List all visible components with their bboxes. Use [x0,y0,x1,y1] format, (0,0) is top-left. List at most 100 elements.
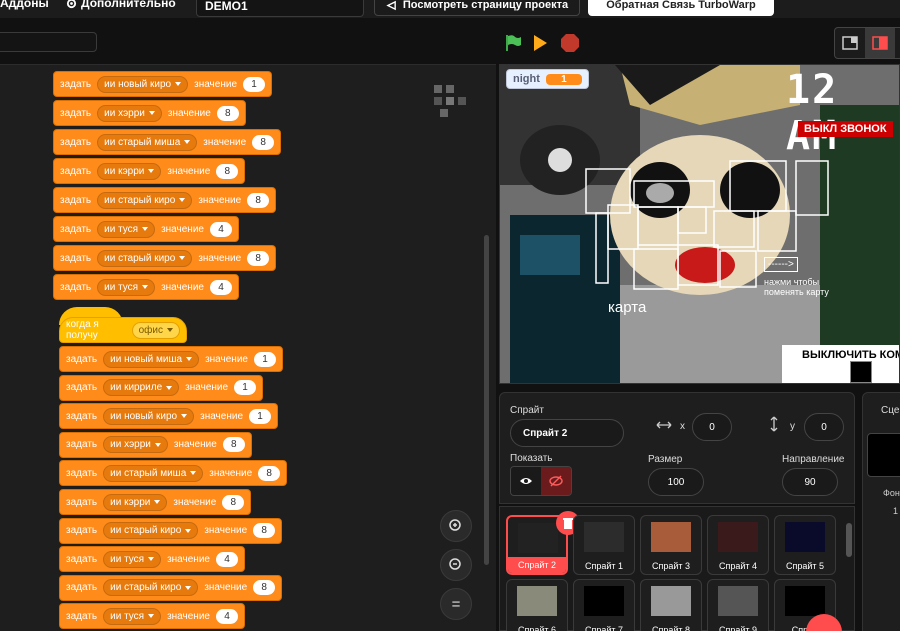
menu-advanced[interactable]: Дополнительно [66,0,176,10]
value-input[interactable]: 1 [253,351,276,367]
set-variable-block[interactable]: задать ии туся значение 4 [59,546,245,573]
stage-thumbnail[interactable] [867,433,900,477]
set-variable-block[interactable]: задать ии новый миша значение 1 [59,346,283,372]
project-title-input[interactable]: DEMO1 [196,0,364,17]
set-variable-block[interactable]: задать ии старый киро значение 8 [53,245,277,271]
set-variable-block[interactable]: задать ии кирриле значение 1 [59,374,264,401]
set-variable-block[interactable]: задать ии старый миша значение 8 [59,460,288,487]
value-input[interactable]: 4 [215,551,238,567]
sprite-tile[interactable]: Спрайт 7 [573,579,635,631]
stage-target-panel[interactable]: Сцен Фон 1 [862,392,900,631]
variable-dropdown[interactable]: ии хэрри [97,104,162,122]
value-input[interactable]: 4 [209,279,232,295]
sprite-tile[interactable]: Спрайт 9 [707,579,769,631]
value-input[interactable]: 8 [216,105,239,121]
zoom-in-button[interactable] [440,510,472,542]
direction-input[interactable]: 90 [782,468,838,496]
sprite-tile[interactable]: Спрайт 6 [506,579,568,631]
variable-dropdown[interactable]: ии старый миша [97,133,198,151]
variable-dropdown[interactable]: ии старый киро [97,249,193,267]
sprite-list-scrollbar[interactable] [846,523,852,557]
large-stage-button[interactable] [865,28,895,58]
stop-icon[interactable] [560,33,580,53]
value-input[interactable]: 8 [258,465,281,481]
set-variable-block[interactable]: задать ии туся значение 4 [59,603,245,630]
value-input[interactable]: 8 [253,580,276,596]
variable-dropdown[interactable]: ии кэрри [97,162,162,180]
variable-dropdown[interactable]: ии кирриле [103,379,180,397]
variable-dropdown[interactable]: ии новый миша [103,350,200,368]
set-variable-block[interactable]: задать ии кэрри значение 8 [59,489,252,515]
call-off-button[interactable]: ВЫКЛ ЗВОНОК [798,121,893,137]
arrow-hint[interactable]: ------> [764,257,798,272]
green-flag-icon[interactable] [503,33,523,53]
value-input[interactable]: 1 [234,380,257,396]
when-i-receive-block[interactable]: когда я получу офис [59,317,187,343]
variable-dropdown[interactable]: ии кэрри [103,493,168,511]
variable-dropdown[interactable]: ии старый киро [103,522,199,540]
set-variable-block[interactable]: задать ии старый киро значение 8 [59,517,283,544]
set-variable-block[interactable]: задать ии новый киро значение 1 [59,403,278,430]
set-variable-block[interactable]: задать ии хэрри значение 8 [59,431,252,458]
small-stage-button[interactable] [835,28,865,58]
search-input[interactable] [0,32,97,52]
sprite-tile[interactable]: Спрайт 1 [573,515,635,575]
turbo-play-icon[interactable] [530,33,550,53]
value-input[interactable]: 8 [216,163,239,179]
value-input[interactable]: 8 [247,192,270,208]
eye-icon [520,478,532,484]
value-input[interactable]: 8 [253,523,276,539]
variable-dropdown[interactable]: ии старый киро [103,579,199,597]
value-input[interactable]: 8 [222,494,245,510]
set-variable-block[interactable]: задать ии туся значение 4 [53,274,239,300]
message-dropdown[interactable]: офис [131,321,180,339]
value-input[interactable]: 1 [249,408,271,424]
sprite-tile[interactable]: Спрайт 3 [640,515,702,575]
night-monitor[interactable]: night 1 [506,69,589,89]
size-input[interactable]: 100 [648,468,704,496]
value-input[interactable]: 8 [252,134,275,150]
y-input[interactable]: 0 [804,413,844,441]
value-input[interactable]: 8 [222,437,245,453]
variable-dropdown[interactable]: ии старый киро [97,191,193,209]
block-verb: задать [66,610,98,622]
set-variable-block[interactable]: задать ии старый киро значение 8 [59,574,283,601]
disable-button[interactable]: ВЫКЛЮЧИТЬ КОМ [782,345,899,383]
sprite-tile[interactable]: Спрайт 4 [707,515,769,575]
menu-addons[interactable]: Аддоны [0,0,49,10]
value-input[interactable]: 1 [243,76,265,92]
code-scrollbar[interactable] [484,235,489,565]
variable-dropdown[interactable]: ии старый миша [103,464,204,482]
sprite-name-input[interactable]: Спрайт 2 [510,419,624,447]
zoom-out-button[interactable] [440,549,472,581]
sprite-tile[interactable]: Спрайт 8 [640,579,702,631]
set-variable-block[interactable]: задать ии хэрри значение 8 [53,100,246,126]
variable-dropdown[interactable]: ии туся [97,278,156,296]
value-input[interactable]: 8 [247,250,270,266]
hide-button[interactable] [541,467,571,495]
code-workspace[interactable]: задать ии новый киро значение 1 задать ии хэр… [0,64,496,631]
show-button[interactable] [511,467,541,495]
set-variable-block[interactable]: задать ии старый киро значение 8 [53,187,277,213]
set-variable-block[interactable]: задать ии кэрри значение 8 [53,158,246,184]
variable-dropdown[interactable]: ии хэрри [103,436,168,454]
set-variable-block[interactable]: задать ии новый киро значение 1 [53,71,272,97]
sprite-tile[interactable]: Спрайт 2 [506,511,580,575]
stage-canvas[interactable]: night 1 12 AM ВЫКЛ ЗВОНОК карта ------> … [499,64,900,384]
see-project-button[interactable]: Посмотреть страницу проекта [374,0,580,16]
variable-dropdown[interactable]: ии туся [103,607,162,625]
x-input[interactable]: 0 [692,413,732,441]
map-label[interactable]: карта [608,299,646,316]
variable-dropdown[interactable]: ии новый киро [97,75,189,93]
variable-dropdown[interactable]: ии новый киро [103,407,195,425]
set-variable-block[interactable]: задать ии старый миша значение 8 [53,129,282,155]
feedback-button[interactable]: Обратная Связь TurboWarp [588,0,774,16]
set-variable-block[interactable]: задать ии туся значение 4 [53,216,239,242]
value-input[interactable]: 4 [215,608,238,624]
block-verb: задать [60,223,92,235]
variable-dropdown[interactable]: ии туся [97,220,156,238]
zoom-reset-button[interactable]: = [440,588,472,620]
variable-dropdown[interactable]: ии туся [103,550,162,568]
sprite-tile[interactable]: Спрайт 5 [774,515,836,575]
value-input[interactable]: 4 [209,221,232,237]
